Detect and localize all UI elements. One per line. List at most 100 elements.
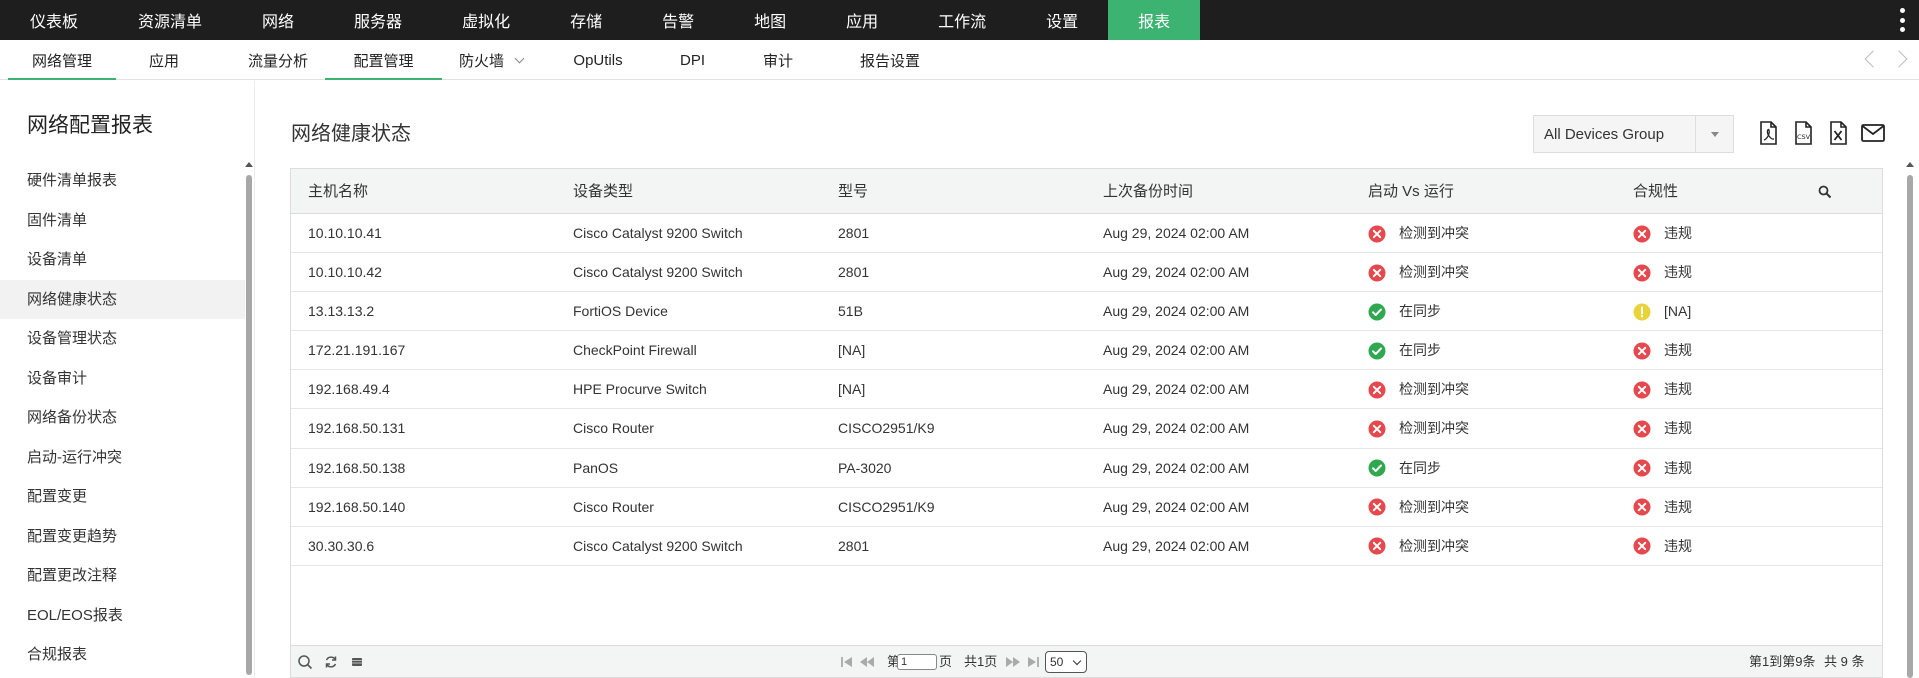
subnav-tab-4[interactable]: 防火墙 xyxy=(446,40,536,80)
topnav-item-0[interactable]: 仪表板 xyxy=(0,0,108,40)
table-row[interactable]: 192.168.50.138 PanOS PA-3020 Aug 29, 2024 0… xyxy=(291,449,1882,488)
device-group-select[interactable]: All Devices Group xyxy=(1533,115,1734,153)
sidebar-item-11[interactable]: EOL/EOS报表 xyxy=(0,596,245,636)
table-row[interactable]: 192.168.49.4 HPE Procurve Switch [NA] Aug 2… xyxy=(291,370,1882,410)
subnav-tab-2[interactable]: 流量分析 xyxy=(223,40,333,80)
subnav-tab-label: 审计 xyxy=(762,52,793,70)
table-row[interactable]: 10.10.10.42 Cisco Catalyst 9200 Switch 280… xyxy=(291,253,1882,293)
cell-text: Aug 29, 2024 02:00 AM xyxy=(1103,225,1250,241)
cell-text: 30.30.30.6 xyxy=(308,537,375,554)
sidebar-item-0[interactable]: 硬件清单报表 xyxy=(0,161,245,201)
cell-host[interactable]: 172.21.191.167 xyxy=(308,331,405,370)
cell-host[interactable]: 30.30.30.6 xyxy=(308,527,374,566)
sidebar-item-8[interactable]: 配置变更 xyxy=(0,477,245,517)
cell-compliance: [NA] xyxy=(1633,292,1691,331)
topnav-item-5[interactable]: 存储 xyxy=(540,0,632,40)
topnav-item-8[interactable]: 应用 xyxy=(816,0,908,40)
cell-host[interactable]: 13.13.13.2 xyxy=(308,292,374,331)
sidebar-item-10[interactable]: 配置更改注释 xyxy=(0,556,245,596)
search-icon[interactable] xyxy=(1818,185,1832,199)
topnav-item-9[interactable]: 工作流 xyxy=(908,0,1016,40)
scroll-right-icon[interactable] xyxy=(1890,50,1908,68)
topnav-item-2[interactable]: 网络 xyxy=(232,0,324,40)
subnav-tab-7[interactable]: 审计 xyxy=(748,40,808,80)
topnav-item-1[interactable]: 资源清单 xyxy=(108,0,232,40)
cell-host[interactable]: 192.168.50.138 xyxy=(308,449,405,488)
sidebar: 网络配置报表 硬件清单报表 固件清单 设备清单 网络健康状态 设备管理状态 设备审计 网络备… xyxy=(0,81,255,678)
csv-export-icon[interactable]: CSV xyxy=(1789,119,1817,147)
sidebar-item-5[interactable]: 设备审计 xyxy=(0,359,245,399)
next-page-icon[interactable] xyxy=(1005,654,1021,670)
topnav-item-4[interactable]: 虚拟化 xyxy=(432,0,540,40)
sidebar-scrollbar[interactable] xyxy=(246,175,252,675)
column-header-1[interactable]: 设备类型 xyxy=(573,169,633,214)
cell-text: PA-3020 xyxy=(838,459,892,476)
column-header-2[interactable]: 型号 xyxy=(838,169,868,214)
column-header-3[interactable]: 上次备份时间 xyxy=(1103,169,1193,214)
subnav-tab-5[interactable]: OpUtils xyxy=(558,40,638,80)
cell-text: 违规 xyxy=(1664,498,1692,515)
page-number-input[interactable]: 1 xyxy=(897,654,937,670)
subnav-tab-0[interactable]: 网络管理 xyxy=(8,40,116,80)
sidebar-item-12[interactable]: 合规报表 xyxy=(0,635,245,675)
cell-text: 违规 xyxy=(1664,264,1692,281)
table-row[interactable]: 172.21.191.167 CheckPoint Firewall [NA] Aug… xyxy=(291,331,1882,371)
table-row[interactable]: 30.30.30.6 Cisco Catalyst 9200 Switch 2801… xyxy=(291,527,1882,566)
cell-host[interactable]: 192.168.49.4 xyxy=(308,370,390,409)
sidebar-item-7[interactable]: 启动-运行冲突 xyxy=(0,438,245,478)
sidebar-item-9[interactable]: 配置变更趋势 xyxy=(0,517,245,557)
topnav-item-11[interactable]: 报表 xyxy=(1108,0,1201,40)
columns-icon[interactable] xyxy=(349,654,365,670)
error-x-icon xyxy=(1633,225,1651,242)
subnav-tab-3[interactable]: 配置管理 xyxy=(325,40,442,80)
table-row[interactable]: 13.13.13.2 FortiOS Device 51B Aug 29, 2024 … xyxy=(291,292,1882,332)
subnav-tab-6[interactable]: DPI xyxy=(660,40,725,80)
total-count: 共 9 条 xyxy=(1824,654,1865,669)
prev-page-icon[interactable] xyxy=(859,654,875,670)
subnav-tab-label: DPI xyxy=(679,51,705,69)
email-icon[interactable] xyxy=(1859,119,1887,147)
cell-host[interactable]: 192.168.50.140 xyxy=(308,488,405,527)
cell-text: 10.10.10.42 xyxy=(308,264,382,281)
sidebar-item-2[interactable]: 设备清单 xyxy=(0,240,245,280)
cell-host[interactable]: 10.10.10.41 xyxy=(308,214,382,253)
cell-text: Aug 29, 2024 02:00 AM xyxy=(1103,498,1250,515)
subnav-tab-1[interactable]: 应用 xyxy=(129,40,199,80)
cell-host[interactable]: 10.10.10.42 xyxy=(308,253,382,292)
search-icon[interactable] xyxy=(297,654,313,670)
page-size-select[interactable]: 50 xyxy=(1045,651,1087,673)
cell-host[interactable]: 192.168.50.131 xyxy=(308,409,405,448)
page-suffix: 页 xyxy=(939,654,953,669)
sidebar-item-1[interactable]: 固件清单 xyxy=(0,201,245,241)
dropdown-arrow-icon[interactable] xyxy=(1695,116,1733,152)
column-header-0[interactable]: 主机名称 xyxy=(308,169,368,214)
scroll-left-icon[interactable] xyxy=(1864,50,1882,68)
pdf-export-icon[interactable] xyxy=(1754,119,1782,147)
more-menu-icon[interactable] xyxy=(1899,8,1905,32)
cell-text: 在同步 xyxy=(1399,303,1441,320)
cell-startup: 检测到冲突 xyxy=(1368,253,1469,292)
topnav-item-7[interactable]: 地图 xyxy=(724,0,816,40)
main-scrollbar[interactable] xyxy=(1907,175,1913,678)
topnav-item-10[interactable]: 设置 xyxy=(1016,0,1108,40)
cell-type: PanOS xyxy=(573,449,618,488)
main-scroll-up-icon[interactable] xyxy=(1906,162,1914,167)
column-header-5[interactable]: 合规性 xyxy=(1633,169,1678,214)
cell-text: Aug 29, 2024 02:00 AM xyxy=(1103,303,1250,320)
table-row[interactable]: 192.168.50.131 Cisco Router CISCO2951/K9 Au… xyxy=(291,409,1882,449)
refresh-icon[interactable] xyxy=(323,654,339,670)
subnav-tab-8[interactable]: 报告设置 xyxy=(835,40,945,80)
table-row[interactable]: 10.10.10.41 Cisco Catalyst 9200 Switch 280… xyxy=(291,214,1882,254)
sidebar-item-4[interactable]: 设备管理状态 xyxy=(0,319,245,359)
table-row[interactable]: 192.168.50.140 Cisco Router CISCO2951/K9 Au… xyxy=(291,488,1882,527)
first-page-icon[interactable] xyxy=(839,654,855,670)
sidebar-item-6[interactable]: 网络备份状态 xyxy=(0,398,245,438)
last-page-icon[interactable] xyxy=(1025,654,1041,670)
column-header-4[interactable]: 启动 Vs 运行 xyxy=(1368,169,1454,214)
sidebar-scroll-up-icon[interactable] xyxy=(245,162,253,167)
cell-text: 违规 xyxy=(1664,342,1692,359)
excel-export-icon[interactable] xyxy=(1824,119,1852,147)
topnav-item-3[interactable]: 服务器 xyxy=(324,0,432,40)
sidebar-item-3[interactable]: 网络健康状态 xyxy=(0,279,245,319)
topnav-item-6[interactable]: 告警 xyxy=(632,0,724,40)
